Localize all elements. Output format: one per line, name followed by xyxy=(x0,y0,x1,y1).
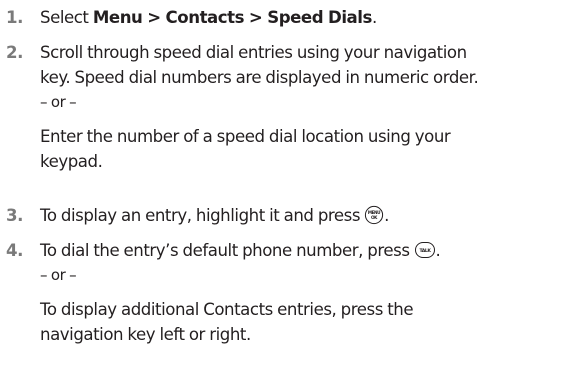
step-line: Enter the number of a speed dial locatio… xyxy=(40,127,451,146)
key-label: TALK xyxy=(419,248,431,254)
step-line: key. Speed dial numbers are displayed in… xyxy=(40,68,479,87)
step-number: 3. xyxy=(6,206,23,225)
or-separator: – or – xyxy=(40,93,77,111)
step-line: navigation key left or right. xyxy=(40,325,251,344)
step-suffix: . xyxy=(371,8,377,27)
step-line: To dial the entry’s default phone number… xyxy=(40,238,570,263)
step-suffix: . xyxy=(384,206,389,225)
or-separator: – or – xyxy=(40,266,77,284)
step-line: To display additional Contacts entries, … xyxy=(40,300,414,319)
step-text: Select xyxy=(40,8,93,27)
step-body: To display an entry, highlight it and pr… xyxy=(40,203,570,228)
menu-ok-key-icon: MENU OK xyxy=(364,205,384,232)
step-body: Scroll through speed dial entries using … xyxy=(40,40,570,174)
step-body: To dial the entry’s default phone number… xyxy=(40,238,570,347)
instructions-page: 1. Select Menu > Contacts > Speed Dials.… xyxy=(0,0,573,375)
step-number: 1. xyxy=(6,8,23,27)
step-text: To dial the entry’s default phone number… xyxy=(40,241,410,260)
step-line: Select Menu > Contacts > Speed Dials. xyxy=(40,5,570,30)
step-line: To display an entry, highlight it and pr… xyxy=(40,203,570,228)
talk-key-icon: TALK xyxy=(414,240,436,267)
step-number: 4. xyxy=(6,241,23,260)
step-body: Select Menu > Contacts > Speed Dials. xyxy=(40,5,570,30)
step-line: Scroll through speed dial entries using … xyxy=(40,43,467,62)
step-number: 2. xyxy=(6,43,23,62)
step-suffix: . xyxy=(435,241,441,260)
step-text: To display an entry, highlight it and pr… xyxy=(40,206,361,225)
step-line: keypad. xyxy=(40,152,103,171)
menu-path: Menu > Contacts > Speed Dials xyxy=(92,8,373,27)
